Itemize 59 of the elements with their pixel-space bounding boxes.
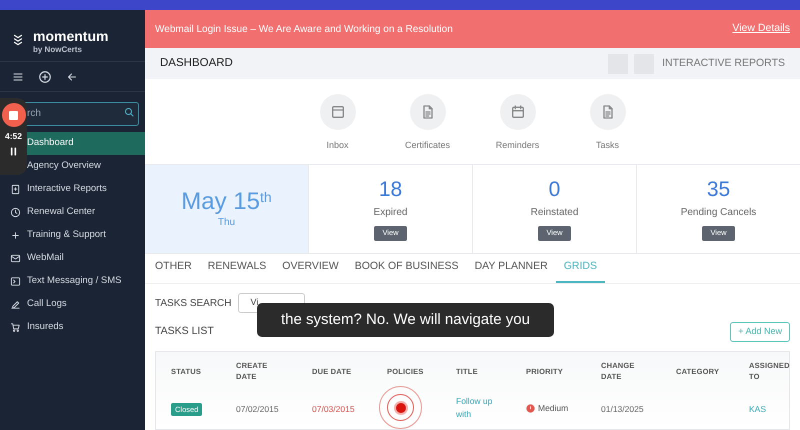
page-title: DASHBOARD	[160, 56, 234, 71]
cart-icon	[10, 322, 21, 332]
stat-label: Pending Cancels	[680, 206, 756, 220]
report-icon	[10, 184, 21, 194]
interactive-reports-link[interactable]: INTERACTIVE REPORTS	[662, 56, 785, 72]
shortcut-button[interactable]	[410, 94, 446, 130]
nav-item[interactable]: Renewal Center	[0, 200, 145, 224]
table-cell: Medium	[538, 402, 568, 414]
tab[interactable]: DAY PLANNER	[466, 253, 556, 283]
pen-icon	[10, 298, 21, 310]
shortcut-label[interactable]: Tasks	[596, 139, 619, 152]
stop-button[interactable]	[2, 103, 26, 127]
shortcut-button[interactable]	[500, 94, 536, 130]
click-indicator	[379, 386, 422, 429]
menu-icon	[12, 70, 24, 82]
section-title: TASKS LIST	[155, 324, 214, 340]
add-circle-icon	[38, 70, 52, 84]
table-cell: 07/03/2015	[312, 404, 355, 414]
table-cell: 01/13/2025	[601, 404, 644, 414]
shortcut-label[interactable]: Inbox	[326, 139, 349, 152]
stat-value: 35	[706, 178, 730, 202]
shortcut-button[interactable]	[320, 94, 356, 130]
window-icon	[330, 104, 346, 120]
alert-icon	[526, 404, 535, 412]
tab[interactable]: OVERVIEW	[274, 253, 347, 283]
plus-icon	[10, 230, 21, 240]
weekday-text: Thu	[218, 216, 236, 230]
stat-value: 18	[378, 178, 402, 202]
date-text: May 15$^{th}$	[181, 188, 272, 214]
brand-subtitle: by NowCerts	[33, 44, 83, 56]
tab[interactable]: RENEWALS	[200, 253, 274, 283]
nav-item[interactable]: Training & Support	[0, 224, 145, 246]
tab[interactable]: BOOK OF BUSINESS	[346, 253, 467, 283]
recording-time: 4:52	[4, 130, 22, 143]
tab[interactable]: OTHER	[147, 253, 200, 283]
pause-icon	[8, 146, 19, 157]
nav-item[interactable]: Call Logs	[0, 292, 145, 316]
nav-item[interactable]: Text Messaging / SMS	[0, 270, 145, 292]
mail-icon	[10, 252, 21, 264]
stat-value: 0	[548, 178, 560, 202]
caption-tooltip: the system? No. We will navigate you	[257, 303, 554, 337]
banner-text: Webmail Login Issue – We Are Aware and Working on a Resolution	[155, 22, 453, 36]
clock-icon	[10, 206, 21, 218]
search-icon	[123, 106, 135, 118]
shortcut-label[interactable]: Reminders	[496, 139, 540, 152]
nav-item[interactable]: Interactive Reports	[0, 178, 145, 200]
nav-item[interactable]: Insureds	[0, 316, 145, 338]
stat-label: Reinstated	[530, 206, 578, 220]
nav-item[interactable]: WebMail	[0, 246, 145, 270]
section-title: TASKS SEARCH	[155, 296, 232, 310]
back-arrow-icon	[66, 70, 78, 82]
shortcut-button[interactable]	[590, 94, 626, 130]
table-cell: 07/02/2015	[236, 404, 279, 414]
shortcut-label[interactable]: Certificates	[405, 139, 450, 152]
calendar-icon	[510, 104, 526, 120]
chat-icon	[10, 276, 21, 286]
stat-label: Expired	[374, 206, 408, 220]
brand-name: momentum	[33, 28, 108, 44]
stop-icon	[9, 110, 18, 120]
